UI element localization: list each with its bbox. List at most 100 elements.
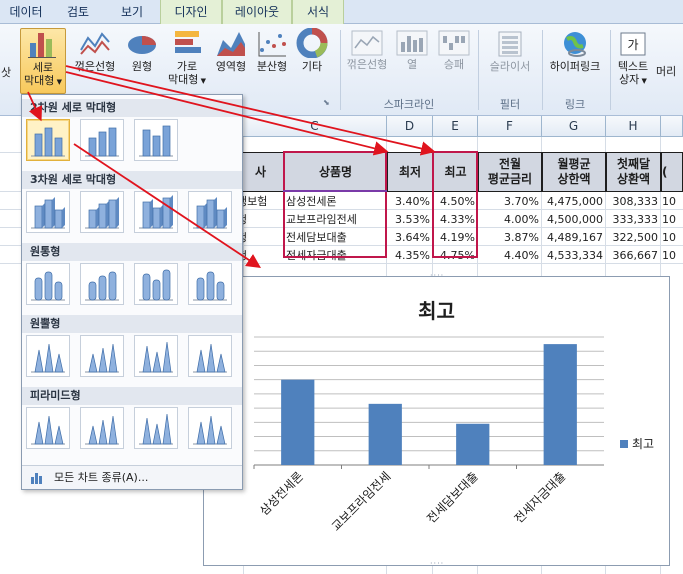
header-cell-min[interactable]: 최저 [387,152,433,192]
tab-view[interactable]: 보기 [104,0,160,24]
table-cell[interactable]: 전세담보대출 [286,228,386,247]
header-cell-monthly-limit[interactable]: 월평균 상한액 [542,152,606,192]
other-charts-button[interactable]: 기타 [292,28,332,94]
chart-subtype-cyl-2[interactable] [80,263,124,305]
all-chart-types-link[interactable]: 모든 차트 종류(A)... [22,465,242,489]
chart-subtype-pyr-1[interactable] [26,407,70,449]
chart-area[interactable]: ···· ···· 최고 삼성전세론 교보프라임전세 전세담보대출 전세자금대출 최고 [203,271,670,568]
column-header-i[interactable] [661,116,683,137]
chart-subtype-pyr-2[interactable] [80,407,124,449]
table-cell[interactable]: 4.33% [433,210,478,229]
chart-subtype-bar2d-1[interactable] [26,119,70,161]
hyperlink-button[interactable]: 하이퍼링크 [544,30,606,82]
column-chart-button[interactable]: 세로 막대형 ▼ [20,28,66,94]
table-cell[interactable]: 4,489,167 [542,228,606,247]
table-cell[interactable]: 4,533,334 [542,246,606,265]
table-cell[interactable]: 헝 [237,228,284,247]
tab-review[interactable]: 검토 [52,0,104,24]
table-cell[interactable]: 10 [662,192,683,211]
chart-bar[interactable] [281,379,315,465]
chart-subtype-cyl-3[interactable] [134,263,178,305]
column-header-e[interactable]: E [433,116,478,137]
chart-subtype-bar3d-4[interactable] [188,191,232,233]
table-cell[interactable]: 3.40% [387,192,433,211]
chart-subtype-bar2d-3[interactable] [134,119,178,161]
chart-plot[interactable]: 삼성전세론 교보프라임전세 전세담보대출 전세자금대출 [204,277,669,565]
table-cell[interactable]: 333,333 [606,210,661,229]
chart-type-gallery[interactable]: 2차원 세로 막대형 3차원 세로 막대형 원통형 원뿔형 피라미드형 모든 차… [21,94,243,490]
table-cell[interactable]: 4.75% [433,246,478,265]
table-cell[interactable]: 10 [662,228,683,247]
chart-subtype-cyl-1[interactable] [26,263,70,305]
table-cell[interactable]: 366,667 [606,246,661,265]
table-cell[interactable]: 10 [662,246,683,265]
column-header-f[interactable]: F [478,116,542,137]
column-header-g[interactable]: G [542,116,606,137]
chart-subtype-bar2d-2[interactable] [80,119,124,161]
chart-bar[interactable] [456,423,490,465]
table-cell[interactable]: 4.35% [387,246,433,265]
table-cell[interactable]: 10 [662,210,683,229]
table-cell[interactable]: 4.50% [433,192,478,211]
slicer-button[interactable]: 슬라이서 [482,30,538,82]
chart-subtype-cyl-4[interactable] [188,263,232,305]
tab-format[interactable]: 서식 [292,0,344,25]
table-cell[interactable]: 322,500 [606,228,661,247]
table-cell[interactable]: 헝 [237,246,284,265]
table-cell[interactable]: 생보험 [237,192,284,211]
table-cell[interactable]: 헝 [237,210,284,229]
table-cell[interactable]: 3.87% [478,228,542,247]
table-cell[interactable]: 308,333 [606,192,661,211]
chart-subtype-cone-4[interactable] [188,335,232,377]
sparkline-line-label: 꺾은선형 [346,58,388,71]
header-cell-prev-rate[interactable]: 전월 평균금리 [478,152,542,192]
chart-subtype-bar3d-2[interactable] [80,191,124,233]
table-cell[interactable]: 전세자금대출 [286,246,386,265]
chart-bar[interactable] [543,344,577,465]
header-cell-extra[interactable]: ( [661,152,683,192]
chart-subtype-cone-1[interactable] [26,335,70,377]
table-cell[interactable]: 4.40% [478,246,542,265]
table-cell[interactable]: 4.00% [478,210,542,229]
header-footer-button[interactable]: 머리 [656,65,683,85]
textbox-button[interactable]: 가 텍스트 상자 ▼ [612,30,654,96]
table-cell[interactable]: 4.19% [433,228,478,247]
tab-data[interactable]: 데이터 [0,0,52,24]
table-cell[interactable]: 4,500,000 [542,210,606,229]
chart-subtype-cone-2[interactable] [80,335,124,377]
sparkline-winloss-button[interactable]: 승패 [434,30,474,82]
chart-subtype-cone-3[interactable] [134,335,178,377]
chart-subtype-bar3d-1[interactable] [26,191,70,233]
sparkline-winloss-icon [438,30,470,56]
sparkline-column-button[interactable]: 열 [394,30,430,82]
column-header-c[interactable]: C [243,116,387,137]
column-header-d[interactable]: D [387,116,433,137]
pie-chart-button[interactable]: 원형 [122,28,162,94]
tab-design[interactable]: 디자인 [160,0,222,25]
chart-category-label: 전세자금대출 [512,469,569,526]
sparkline-line-button[interactable]: 꺾은선형 [344,30,390,82]
line-chart-button[interactable]: 꺾은선형 [70,28,120,94]
header-cell-product[interactable]: 상품명 [284,152,387,192]
table-cell[interactable]: 4,475,000 [542,192,606,211]
bar-chart-button[interactable]: 가로 막대형 ▼ [164,28,210,94]
table-cell[interactable]: 3.53% [387,210,433,229]
chart-legend[interactable]: 최고 [620,435,654,452]
header-cell-company[interactable]: 사 [237,152,284,192]
tab-layout[interactable]: 레이아웃 [222,0,292,25]
chart-subtype-pyr-3[interactable] [134,407,178,449]
table-cell[interactable]: 3.70% [478,192,542,211]
area-chart-button[interactable]: 영역형 [210,28,252,94]
dialog-launcher-icon[interactable]: ⬊ [323,98,330,107]
chart-bar[interactable] [368,403,402,465]
hyperlink-label: 하이퍼링크 [549,60,601,73]
table-cell[interactable]: 교보프라임전세 [286,210,386,229]
table-cell[interactable]: 삼성전세론 [286,192,386,211]
column-header-h[interactable]: H [606,116,661,137]
chart-subtype-bar3d-3[interactable] [134,191,178,233]
chart-subtype-pyr-4[interactable] [188,407,232,449]
table-cell[interactable]: 3.64% [387,228,433,247]
header-cell-first-payment[interactable]: 첫째달 상환액 [606,152,661,192]
scatter-chart-button[interactable]: 분산형 [252,28,292,94]
header-cell-max[interactable]: 최고 [433,152,478,192]
